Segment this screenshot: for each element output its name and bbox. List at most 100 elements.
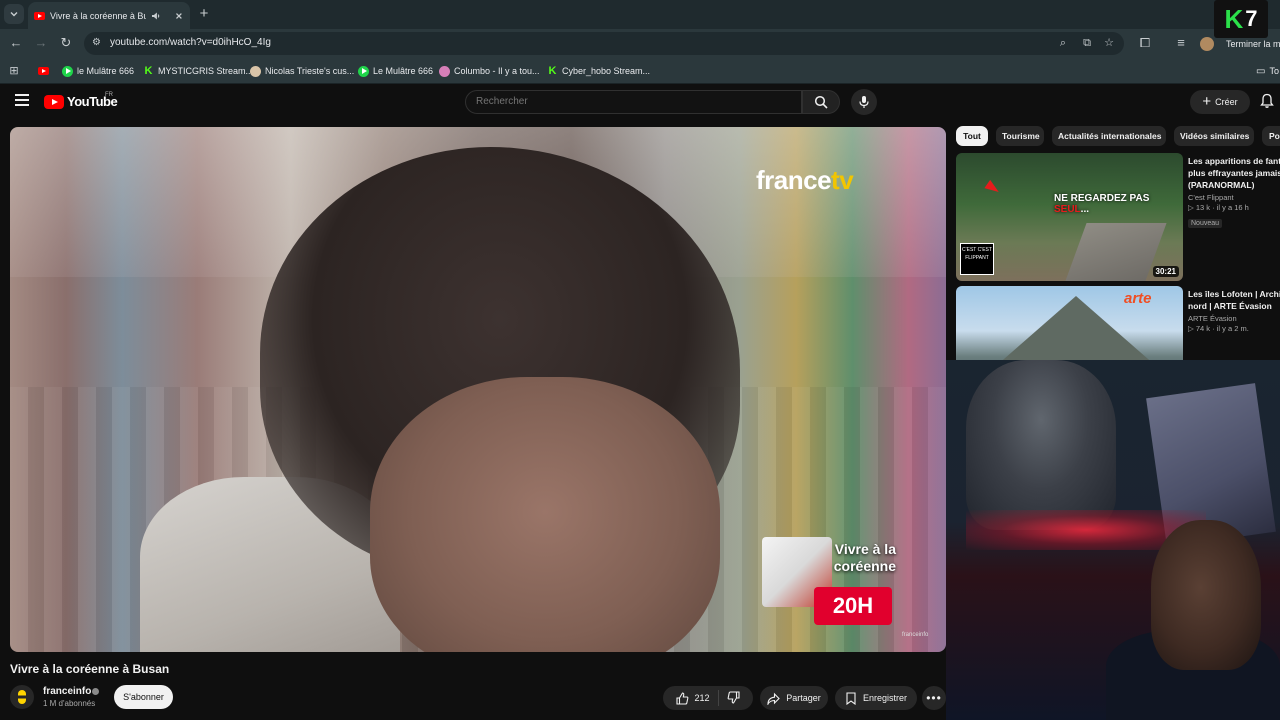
search-input[interactable] (476, 96, 776, 107)
bookmark-mysticgris[interactable]: K MYSTICGRIS Stream... (143, 64, 254, 78)
bookmark-le-mulatre-2[interactable]: Le Mulâtre 666 (358, 64, 433, 78)
play-icon (358, 65, 369, 77)
recommendation-title[interactable]: Les apparitions de fant (1188, 155, 1280, 167)
bookmark-label: Cyber_hobo Stream... (562, 66, 651, 76)
recommendation-title[interactable]: plus effrayantes jamais (1188, 167, 1280, 179)
like-button[interactable]: 212 (676, 690, 719, 706)
recommendation-title[interactable]: (PARANORMAL) (1188, 179, 1280, 191)
arte-logo: arte (1124, 290, 1152, 307)
streamer-webcam-overlay (946, 360, 1280, 720)
recommendation-meta: ▷ 13 k · il y a 16 h (1188, 203, 1249, 212)
browser-toolbar: ← → ↻ ⚙ youtube.com/watch?v=d0ihHcO_4Ig … (0, 29, 1280, 58)
bookmark-nicolas-trieste[interactable]: Nicolas Trieste's cus... (250, 64, 354, 78)
apps-grid-icon[interactable]: ⊞ (6, 63, 22, 79)
bookmark-star-icon[interactable]: ☆ (1102, 37, 1116, 50)
create-button[interactable]: + Créer (1190, 90, 1250, 114)
columbo-icon (439, 65, 450, 77)
extensions-puzzle-icon[interactable]: ⧠ (1137, 35, 1153, 51)
folder-icon: ▭ (1256, 65, 1266, 77)
microphone-icon (859, 96, 869, 108)
recommendation-channel[interactable]: C'est Flippant (1188, 193, 1280, 202)
chip-tourisme[interactable]: Tourisme (996, 126, 1044, 146)
save-button[interactable]: Enregistrer (835, 686, 917, 710)
country-code: FR (105, 92, 113, 98)
thumbnail-caption-start: NE REGARDEZ PAS (1054, 193, 1150, 204)
recommendation-channel[interactable]: ARTE Évasion (1188, 314, 1280, 323)
recommendation-title[interactable]: Les îles Lofoten | Archip (1188, 288, 1280, 300)
search-box[interactable] (465, 90, 802, 114)
franceinfo-logo-icon (18, 690, 26, 704)
video-duration: 30:21 (1152, 266, 1179, 277)
youtube-header: YouTube FR + Créer (0, 85, 1280, 119)
recommendation-info: Les îles Lofoten | Archip nord | ARTE Év… (1188, 288, 1280, 333)
video-watermark: franceinfo (902, 632, 929, 638)
bookmark-label: To (1269, 66, 1279, 76)
bookmark-label: Le Mulâtre 666 (373, 66, 434, 76)
red-arrow-icon (984, 179, 1002, 197)
install-app-icon[interactable]: ⧉ (1080, 37, 1094, 50)
bookmark-le-mulatre-1[interactable]: le Mulâtre 666 (62, 64, 134, 78)
youtube-favicon-icon (34, 11, 45, 20)
bookmark-columbo[interactable]: Columbo - Il y a tou... (439, 64, 540, 78)
new-tab-plus-icon[interactable]: + (196, 5, 212, 23)
webcam-skull-decor (966, 360, 1116, 530)
france-tv-logo: francetv (756, 165, 854, 196)
bookmarks-bar: ⊞ le Mulâtre 666 K MYSTICGRIS Stream... … (0, 58, 1280, 84)
video-player[interactable]: francetv Vivre à la coréenne 20H francei… (10, 127, 946, 652)
notifications-bell-icon[interactable] (1260, 93, 1274, 109)
more-actions-button[interactable]: ••• (922, 686, 946, 710)
media-controls-icon[interactable]: ≡ (1173, 35, 1189, 51)
back-arrow-icon[interactable]: ← (8, 35, 24, 51)
recommendation-item[interactable]: NE REGARDEZ PAS SEUL... C'EST C'EST FLIP… (956, 153, 1280, 281)
url-text[interactable]: youtube.com/watch?v=d0ihHcO_4Ig (110, 37, 271, 48)
profile-avatar[interactable] (1200, 37, 1214, 51)
reload-icon[interactable]: ↻ (58, 35, 74, 51)
k7-logo-number: 7 (1245, 6, 1258, 31)
share-arrow-icon (767, 692, 781, 705)
youtube-logo-icon (44, 94, 64, 109)
thumbs-up-icon (676, 691, 689, 705)
chip-pour-vous[interactable]: Pou (1262, 126, 1280, 146)
share-button[interactable]: Partager (760, 686, 828, 710)
bookmark-folder[interactable]: ▭ To (1256, 64, 1279, 78)
thumbnail-road (1065, 223, 1167, 281)
channel-avatar[interactable] (10, 685, 34, 709)
verified-check-icon (92, 688, 99, 695)
video-title: Vivre à la coréenne à Busan (10, 662, 170, 676)
video-thumbnail[interactable]: NE REGARDEZ PAS SEUL... C'EST C'EST FLIP… (956, 153, 1183, 281)
chip-videos-similaires[interactable]: Vidéos similaires (1174, 126, 1254, 146)
recommendation-info: Les apparitions de fant plus effrayantes… (1188, 155, 1280, 230)
chip-actualites-internationales[interactable]: Actualités internationales (1052, 126, 1166, 146)
subscribe-button[interactable]: S'abonner (114, 685, 173, 709)
bookmark-label: Columbo - Il y a tou... (454, 66, 540, 76)
voice-search-button[interactable] (851, 89, 877, 115)
browser-tab-strip: Vivre à la coréenne à Busan + (0, 0, 1280, 29)
promo-card: Vivre à la coréenne 20H (762, 537, 896, 625)
speaker-icon[interactable] (151, 11, 161, 21)
dislike-button[interactable] (725, 690, 740, 706)
share-label: Partager (786, 693, 821, 703)
channel-name[interactable]: franceinfo (43, 686, 91, 697)
kick-icon: K (144, 64, 153, 77)
close-tab-icon[interactable] (174, 11, 184, 21)
zoom-search-icon[interactable]: ⌕ (1056, 37, 1070, 50)
cest-flippant-logo: C'EST C'EST FLIPPANT (960, 243, 994, 275)
tab-search-button[interactable] (4, 4, 24, 24)
video-frame-face (370, 377, 720, 652)
chevron-down-icon (10, 12, 18, 17)
thumbnail-caption-end: ... (1080, 204, 1090, 215)
site-info-icon[interactable]: ⚙ (92, 37, 104, 49)
bookmark-cyber-hobo[interactable]: K Cyber_hobo Stream... (547, 64, 651, 78)
search-button[interactable] (802, 90, 840, 114)
hamburger-menu-icon[interactable] (15, 94, 29, 106)
browser-tab-active[interactable]: Vivre à la coréenne à Busan (28, 2, 190, 29)
save-label: Enregistrer (862, 693, 907, 703)
recommendation-title[interactable]: nord | ARTE Évasion (1188, 300, 1280, 312)
filter-chips: Tout Tourisme Actualités internationales… (956, 126, 1280, 148)
plus-icon: + (1202, 93, 1212, 110)
chip-tout[interactable]: Tout (956, 126, 988, 146)
address-bar[interactable]: ⚙ youtube.com/watch?v=d0ihHcO_4Ig ⌕ ⧉ ☆ (84, 32, 1124, 55)
bookmark-youtube[interactable] (38, 64, 49, 78)
forward-arrow-icon[interactable]: → (33, 35, 49, 51)
bookmark-label: Nicolas Trieste's cus... (265, 66, 355, 76)
